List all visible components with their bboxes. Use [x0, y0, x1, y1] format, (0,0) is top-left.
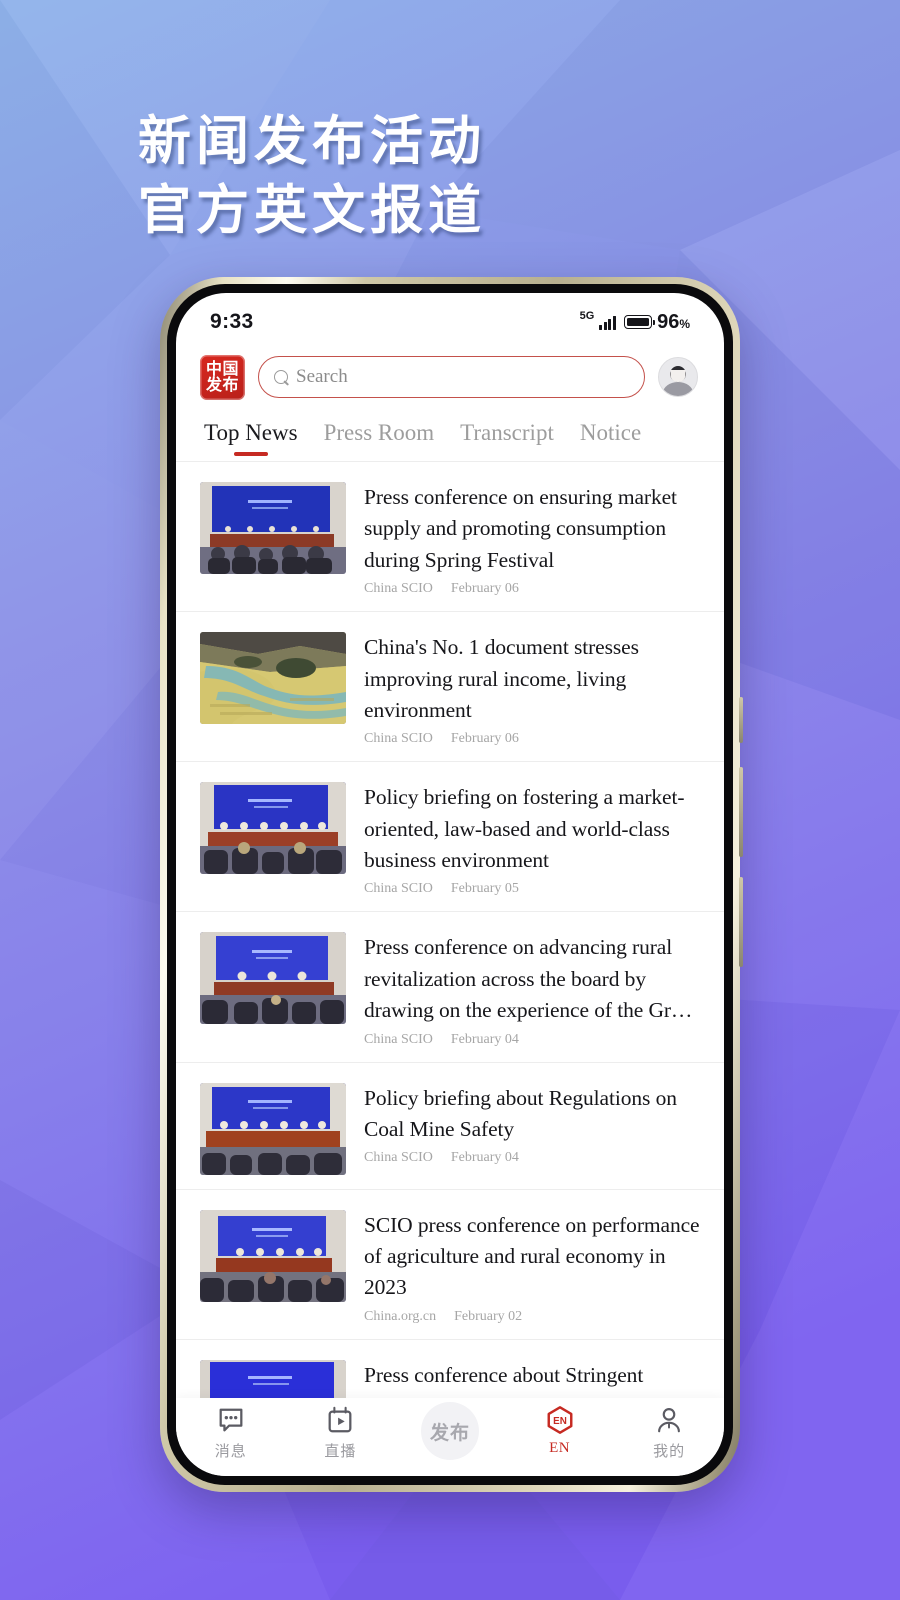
news-item-meta: China SCIO February 06 — [364, 731, 702, 747]
news-thumbnail-press-conference — [200, 1209, 346, 1302]
news-item-source: China SCIO — [364, 1031, 433, 1047]
poster-headline: 新闻发布活动 官方英文报道 — [138, 108, 486, 246]
news-item-source: China.org.cn — [364, 1308, 437, 1324]
phone-button-mute — [739, 697, 743, 743]
signal-strength-icon — [599, 315, 617, 330]
news-item-date: February 06 — [450, 731, 519, 747]
news-item-title: Press conference on ensuring market supp… — [364, 485, 677, 572]
news-item-source: China SCIO — [364, 581, 433, 597]
news-item-source: China SCIO — [364, 1150, 433, 1166]
phone-button-volume-up — [739, 767, 743, 857]
avatar[interactable] — [658, 357, 698, 397]
app-logo-line-2: 发布 — [205, 375, 239, 394]
news-item-date: February 06 — [450, 581, 519, 597]
news-thumbnail-press-conference — [200, 482, 346, 574]
news-thumbnail-press-conference — [200, 1082, 346, 1175]
phone-screen: 9:33 5G 96% 中国 发布 Search Top News Press … — [176, 293, 724, 1476]
news-list-item[interactable]: Policy briefing on fostering a market-or… — [176, 761, 724, 911]
news-list-item[interactable]: Policy briefing about Regulations on Coa… — [176, 1061, 724, 1189]
battery-percent-label: 96% — [657, 310, 690, 333]
live-video-icon — [328, 1406, 352, 1433]
search-placeholder: Search — [296, 366, 348, 387]
phone-bezel: 9:33 5G 96% 中国 发布 Search Top News Press … — [167, 284, 733, 1485]
news-item-title: Policy briefing on fostering a market-or… — [364, 785, 685, 872]
svg-text:EN: EN — [553, 1416, 567, 1427]
news-item-title: SCIO press conference on performance of … — [364, 1212, 700, 1300]
tab-top-news[interactable]: Top News — [204, 420, 298, 456]
avatar-body — [663, 382, 693, 396]
message-icon — [219, 1408, 243, 1432]
tab-press-room[interactable]: Press Room — [324, 420, 435, 451]
news-item-body: Press conference on advancing rural revi… — [364, 932, 702, 1047]
nav-label-live: 直播 — [324, 1442, 357, 1460]
news-item-body: Press conference about Stringent Measure… — [364, 1360, 702, 1398]
nav-item-publish[interactable]: 发布 — [406, 1402, 494, 1460]
news-list-item[interactable]: China's No. 1 document stresses improvin… — [176, 611, 724, 761]
avatar-face — [670, 370, 686, 382]
news-item-body: Policy briefing about Regulations on Coa… — [364, 1083, 702, 1175]
profile-icon — [658, 1408, 681, 1433]
news-thumbnail-press-conference — [200, 1359, 346, 1398]
news-item-title: Policy briefing about Regulations on Coa… — [364, 1085, 677, 1141]
news-item-source: China SCIO — [364, 731, 433, 747]
news-item-meta: China SCIO February 06 — [364, 581, 702, 597]
nav-item-messages[interactable]: 消息 — [187, 1405, 275, 1461]
news-item-title: Press conference about Stringent Measure… — [364, 1362, 681, 1398]
nav-item-language[interactable]: EN EN — [516, 1405, 604, 1457]
app-header: 中国 发布 Search — [176, 345, 724, 409]
status-bar: 9:33 5G 96% — [176, 293, 724, 345]
nav-item-profile[interactable]: 我的 — [625, 1405, 713, 1461]
news-item-date: February 02 — [454, 1308, 523, 1324]
news-list[interactable]: Press conference on ensuring market supp… — [176, 461, 724, 1398]
news-item-body: China's No. 1 document stresses improvin… — [364, 632, 702, 747]
phone-button-volume-down — [739, 877, 743, 967]
headline-line-1: 新闻发布活动 — [138, 111, 486, 172]
nav-label-messages: 消息 — [214, 1442, 247, 1460]
nav-label-publish: 发布 — [429, 1421, 470, 1444]
nav-label-language: EN — [549, 1440, 571, 1456]
news-item-body: Press conference on ensuring market supp… — [364, 482, 702, 597]
news-item-meta: China SCIO February 05 — [364, 881, 702, 897]
tab-notice[interactable]: Notice — [580, 420, 641, 451]
en-language-icon: EN — [547, 1406, 573, 1434]
news-item-meta: China.org.cn February 02 — [364, 1309, 702, 1325]
news-item-date: February 05 — [450, 881, 519, 897]
news-item-meta: China SCIO February 04 — [364, 1150, 702, 1166]
headline-line-2: 官方英文报道 — [138, 179, 486, 241]
search-icon — [274, 369, 289, 385]
news-item-source: China SCIO — [364, 881, 433, 897]
news-item-title: Press conference on advancing rural revi… — [364, 935, 693, 1023]
app-logo[interactable]: 中国 发布 — [200, 354, 245, 400]
news-thumbnail-rural-landscape — [200, 632, 346, 725]
search-input[interactable]: Search — [258, 356, 645, 398]
status-bar-indicators: 5G 96% — [579, 310, 690, 334]
news-item-body: Policy briefing on fostering a market-or… — [364, 782, 702, 897]
nav-label-profile: 我的 — [653, 1442, 686, 1460]
news-list-item[interactable]: Press conference on ensuring market supp… — [176, 461, 724, 611]
category-tabs: Top News Press Room Transcript Notice — [176, 409, 724, 461]
bottom-navigation: 消息 直播 发布 EN EN 我的 — [176, 1398, 724, 1476]
nav-item-live[interactable]: 直播 — [296, 1405, 384, 1461]
news-item-date: February 04 — [450, 1031, 519, 1047]
publish-icon: 发布 — [420, 1402, 479, 1460]
news-list-item[interactable]: Press conference on advancing rural revi… — [176, 911, 724, 1061]
news-list-item[interactable]: Press conference about Stringent Measure… — [176, 1338, 724, 1398]
news-item-meta: China SCIO February 04 — [364, 1032, 702, 1048]
news-item-title: China's No. 1 document stresses improvin… — [364, 635, 639, 722]
news-thumbnail-press-conference — [200, 932, 346, 1025]
news-list-item[interactable]: SCIO press conference on performance of … — [176, 1188, 724, 1339]
news-thumbnail-press-conference — [200, 782, 346, 875]
phone-mockup: 9:33 5G 96% 中国 发布 Search Top News Press … — [160, 277, 743, 1492]
battery-icon — [624, 315, 656, 329]
news-item-body: SCIO press conference on performance of … — [364, 1210, 702, 1325]
network-type-label: 5G — [579, 310, 595, 322]
tab-transcript[interactable]: Transcript — [460, 420, 554, 451]
status-bar-time: 9:33 — [210, 310, 254, 333]
news-item-date: February 04 — [450, 1150, 519, 1166]
